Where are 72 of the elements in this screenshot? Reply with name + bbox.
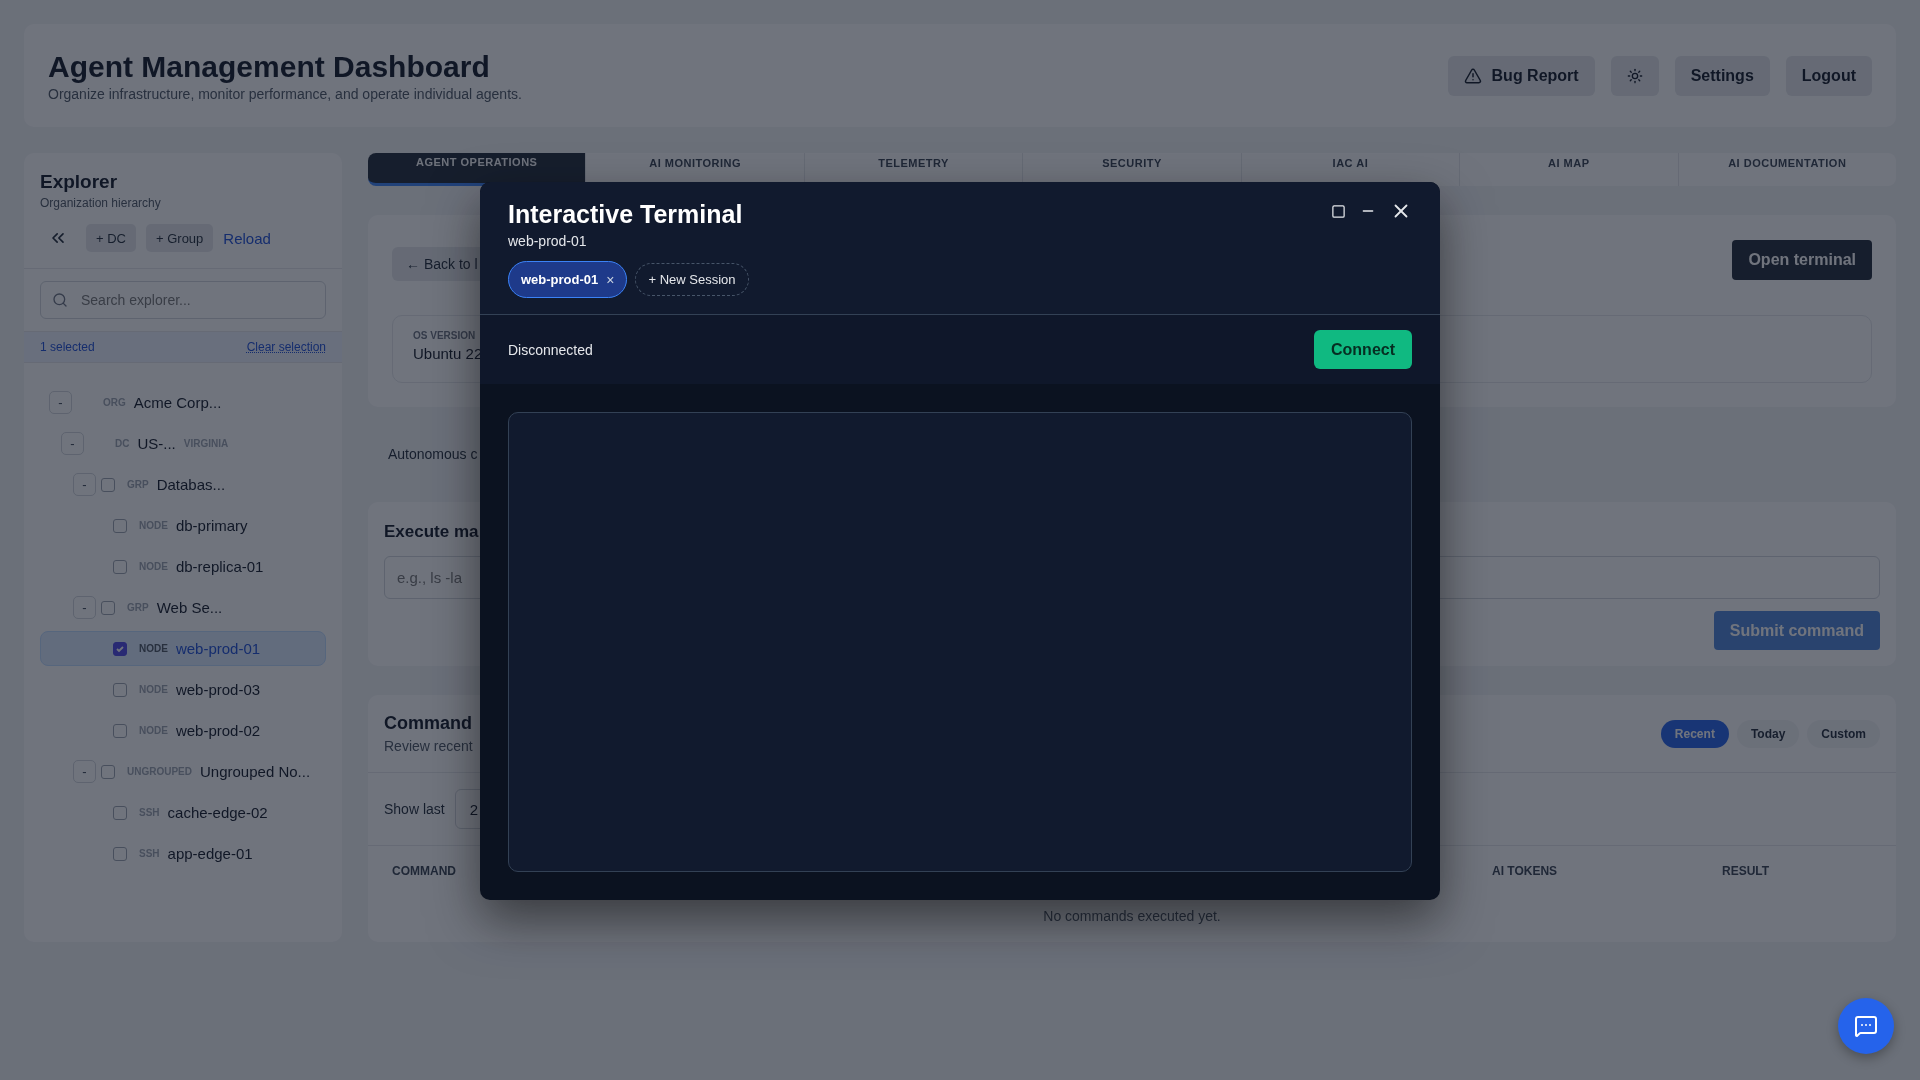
check-icon	[115, 643, 125, 654]
checkbox[interactable]	[113, 682, 127, 697]
add-button[interactable]: + Group	[146, 224, 214, 252]
history-subtitle: Review recent	[384, 738, 473, 754]
checkbox[interactable]	[101, 600, 115, 615]
chat-icon	[1854, 1014, 1878, 1038]
close-session-icon[interactable]: ×	[606, 271, 615, 288]
explorer-subtitle: Organization hierarchy	[40, 196, 162, 210]
logout-button[interactable]: Logout	[1785, 55, 1872, 96]
bug-report-button[interactable]: Bug Report	[1447, 55, 1595, 96]
filter-pill[interactable]: Custom	[1807, 719, 1880, 748]
maximize-icon[interactable]	[1331, 203, 1346, 219]
checkbox[interactable]	[113, 641, 127, 656]
add-button[interactable]: + DC	[86, 224, 136, 252]
dialog-title: Interactive Terminal	[508, 200, 743, 229]
node-name: Acme Corp...	[133, 394, 222, 411]
column-header: RESULT	[1722, 864, 1771, 878]
checkbox[interactable]	[113, 846, 127, 861]
history-title: Command	[384, 713, 473, 734]
node-name: web-prod-01	[175, 640, 261, 657]
node-name: web-prod-03	[175, 681, 261, 698]
theme-toggle-button[interactable]	[1610, 55, 1659, 96]
settings-button[interactable]: Settings	[1674, 55, 1770, 96]
clear-selection-link[interactable]: Clear selection	[246, 340, 326, 354]
dialog-subtitle: web-prod-01	[508, 233, 588, 249]
reload-link[interactable]: Reload	[223, 229, 271, 247]
connection-status: Disconnected	[508, 341, 593, 358]
session-tab[interactable]: web-prod-01 ×	[508, 261, 628, 298]
collapse-toggle[interactable]: -	[61, 432, 84, 455]
column-header: COMMAND	[392, 864, 457, 878]
node-name: Web Se...	[156, 599, 223, 616]
checkbox[interactable]	[113, 559, 127, 574]
execute-title: Execute ma	[384, 522, 480, 542]
node-name: app-edge-01	[167, 845, 253, 862]
checkbox[interactable]	[101, 764, 115, 779]
node-name: web-prod-02	[175, 722, 261, 739]
submit-command-button[interactable]: Submit command	[1713, 611, 1880, 650]
autonomous-label: Autonomous c	[387, 445, 479, 465]
checkbox[interactable]	[101, 477, 115, 492]
tab[interactable]: AGENT OPERATIONS	[368, 153, 587, 187]
tab[interactable]: AI MAP	[1460, 153, 1679, 187]
node-name: Databas...	[156, 476, 226, 493]
sun-icon	[1626, 67, 1643, 84]
os-version-label: OS VERSION	[413, 330, 476, 342]
connect-button[interactable]: Connect	[1314, 330, 1412, 369]
page-title: Agent Management Dashboard	[48, 49, 491, 84]
chat-button[interactable]	[1838, 998, 1894, 1054]
checkbox[interactable]	[113, 805, 127, 820]
show-last-label: Show last	[384, 801, 445, 817]
collapse-toggle[interactable]: -	[73, 596, 96, 619]
page-subtitle: Organize infrastructure, monitor performance, and operate individual agents.	[48, 85, 522, 102]
node-name: db-replica-01	[175, 558, 264, 575]
node-name: db-primary	[175, 517, 248, 534]
tree-item[interactable]: NODE web-prod-01	[40, 631, 326, 666]
selection-count: 1 selected	[40, 340, 95, 354]
collapse-toggle[interactable]: -	[73, 473, 96, 496]
filter-pill[interactable]: Today	[1736, 719, 1800, 748]
filter-pill[interactable]: Recent	[1660, 719, 1729, 748]
checkbox[interactable]	[113, 723, 127, 738]
explorer-title: Explorer	[40, 171, 119, 193]
open-terminal-button[interactable]: Open terminal	[1732, 240, 1872, 281]
search-icon	[52, 292, 68, 308]
node-name: US-...	[137, 435, 176, 452]
collapse-toggle[interactable]: -	[73, 760, 96, 783]
collapse-toggle[interactable]: -	[49, 391, 72, 414]
node-name: Ungrouped No...	[200, 763, 311, 780]
checkbox[interactable]	[113, 518, 127, 533]
warning-icon	[1463, 66, 1482, 85]
node-name: cache-edge-02	[167, 804, 268, 821]
node-type-label: NODE	[139, 643, 168, 654]
column-header: AI TOKENS	[1492, 864, 1559, 878]
tab[interactable]: AI DOCUMENTATION	[1678, 153, 1896, 187]
